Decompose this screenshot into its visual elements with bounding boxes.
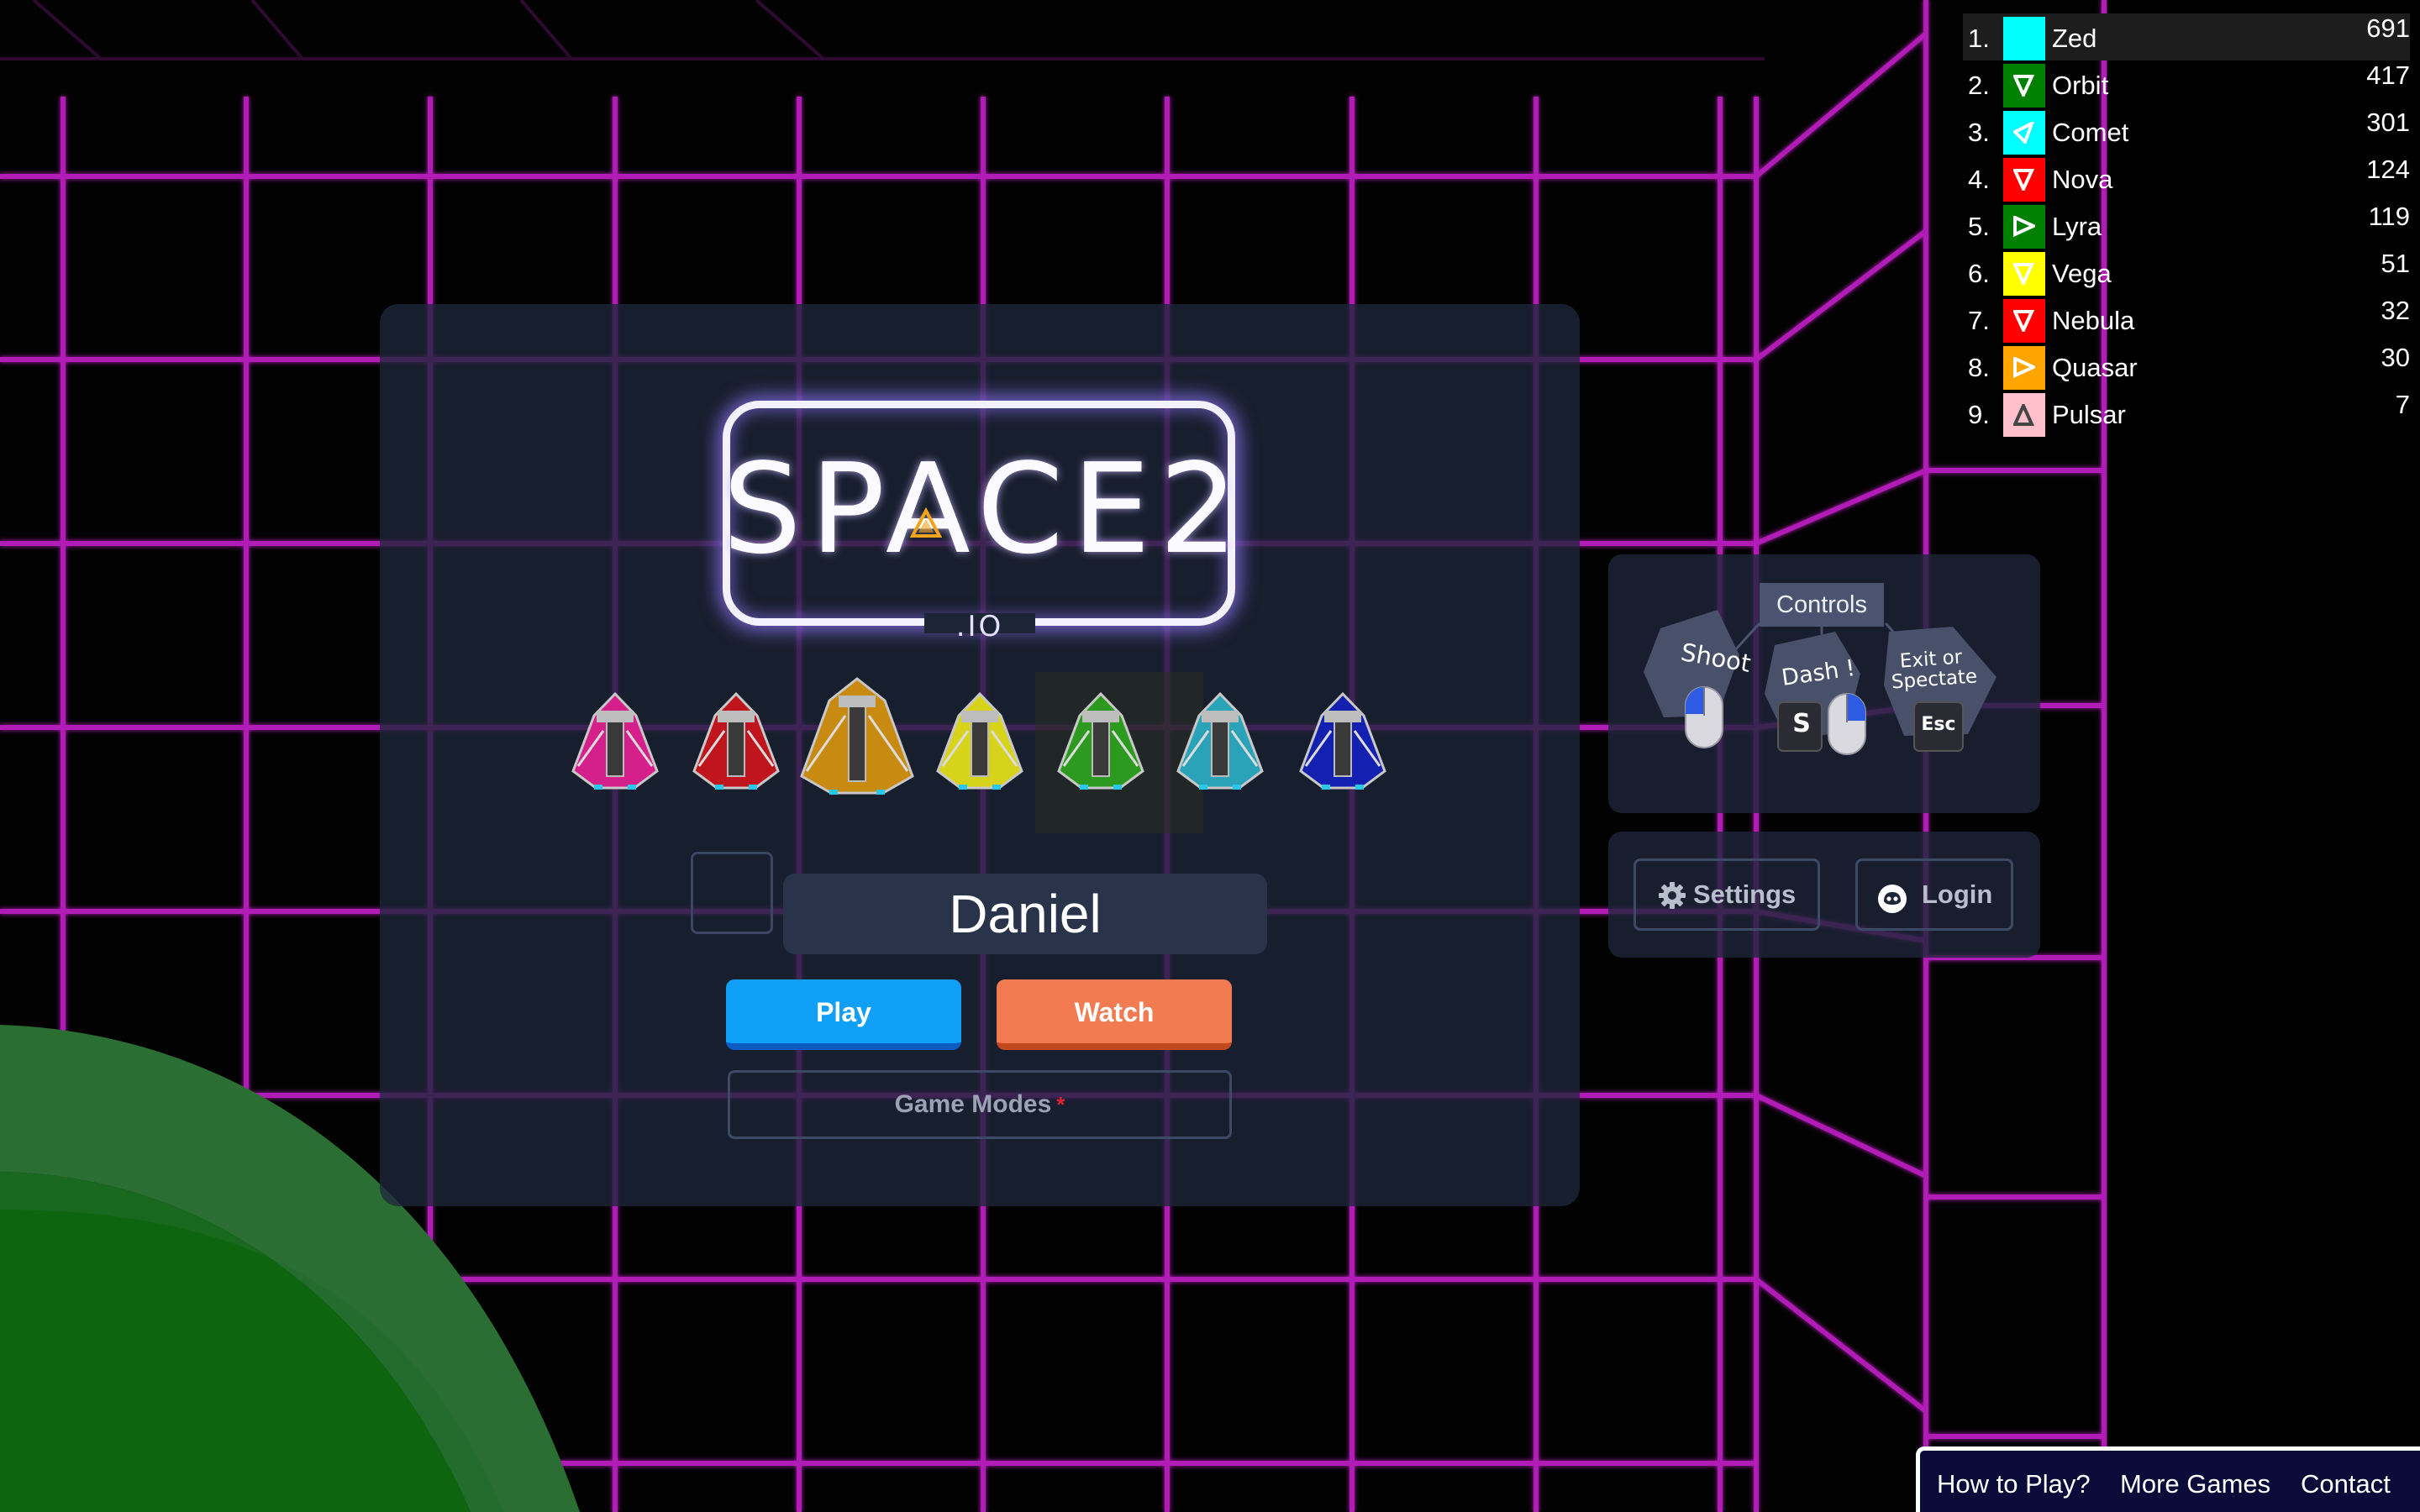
leaderboard-player-name: Lyra — [2052, 212, 2102, 241]
controls-title: Controls — [1760, 583, 1884, 627]
leaderboard-row: 1. Zed 691 — [1963, 13, 2410, 60]
leaderboard-player-name: Quasar — [2052, 353, 2138, 382]
player-ship-icon — [2013, 75, 2035, 97]
game-logo-title: SPACE2 — [723, 437, 1247, 581]
player-color-swatch — [2003, 346, 2045, 390]
magenta-ship[interactable] — [571, 691, 659, 790]
leaderboard-rank: 6. — [1968, 259, 1990, 288]
dash-key-label: S — [1792, 709, 1811, 738]
player-color-swatch — [2003, 299, 2045, 343]
settings-button[interactable]: Settings — [1634, 858, 1820, 931]
discord-icon — [1878, 885, 1907, 913]
leaderboard-rank: 2. — [1968, 71, 1990, 100]
yellow-ship[interactable] — [936, 691, 1023, 790]
player-ship-icon — [2013, 357, 2035, 379]
leaderboard-score: 32 — [2381, 296, 2410, 325]
player-ship-icon — [2013, 310, 2035, 332]
blue-ship[interactable] — [1299, 691, 1386, 790]
player-color-swatch — [2003, 17, 2045, 60]
how-to-play-link[interactable]: How to Play? — [1937, 1469, 2091, 1499]
play-button[interactable]: Play — [726, 979, 961, 1050]
player-color-swatch — [2003, 252, 2045, 296]
leaderboard-rank: 1. — [1968, 24, 1990, 53]
leaderboard-score: 691 — [2366, 13, 2410, 43]
leaderboard-row: 5. Lyra 119 — [1963, 202, 2410, 249]
leaderboard: 1. Zed 691 2. Orbit 417 3. Comet 301 4. Nova 124 5. L… — [1963, 13, 2410, 437]
leaderboard-player-name: Vega — [2052, 259, 2112, 288]
game-logo-subtitle: .IO — [955, 610, 1004, 643]
leaderboard-rank: 9. — [1968, 400, 1990, 429]
leaderboard-player-name: Nebula — [2052, 306, 2135, 335]
orange-ship[interactable] — [800, 677, 914, 795]
leaderboard-row: 7. Nebula 32 — [1963, 296, 2410, 343]
player-color-swatch — [2003, 205, 2045, 249]
leaderboard-rank: 4. — [1968, 165, 1990, 194]
leaderboard-score: 301 — [2366, 108, 2410, 137]
leaderboard-row: 6. Vega 51 — [1963, 249, 2410, 296]
footer-links: How to Play? More Games Contact — [1916, 1446, 2420, 1512]
leaderboard-score: 51 — [2381, 249, 2410, 278]
player-ship-icon — [2013, 404, 2035, 426]
red-ship[interactable] — [692, 691, 780, 790]
player-ship-icon — [2013, 169, 2035, 191]
more-games-link[interactable]: More Games — [2120, 1469, 2270, 1499]
contact-link[interactable]: Contact — [2301, 1469, 2391, 1499]
mouse-right-click-icon — [1828, 693, 1866, 755]
settings-label: Settings — [1693, 879, 1797, 909]
login-button[interactable]: Login — [1855, 858, 2013, 931]
leaderboard-rank: 3. — [1968, 118, 1990, 147]
required-mark: * — [1056, 1092, 1065, 1117]
leaderboard-row: 3. Comet 301 — [1963, 108, 2410, 155]
player-ship-icon — [2013, 216, 2035, 238]
skin-preview-box[interactable] — [691, 852, 773, 934]
ship-skin-selector — [571, 672, 1386, 833]
login-label: Login — [1922, 879, 1993, 909]
leaderboard-rank: 7. — [1968, 306, 1990, 335]
player-color-swatch — [2003, 64, 2045, 108]
leaderboard-player-name: Nova — [2052, 165, 2113, 194]
leaderboard-score: 7 — [2395, 390, 2410, 419]
mouse-left-click-icon — [1685, 686, 1723, 748]
leaderboard-row: 4. Nova 124 — [1963, 155, 2410, 202]
leaderboard-player-name: Zed — [2052, 24, 2097, 53]
leaderboard-rank: 5. — [1968, 212, 1990, 241]
watch-button[interactable]: Watch — [997, 979, 1232, 1050]
game-modes-label: Game Modes — [894, 1090, 1052, 1118]
player-ship-icon — [2013, 263, 2035, 285]
leaderboard-row: 8. Quasar 30 — [1963, 343, 2410, 390]
logo-triangle-icon — [909, 507, 943, 538]
nickname-input[interactable] — [783, 874, 1267, 954]
leaderboard-player-name: Orbit — [2052, 71, 2109, 100]
leaderboard-rank: 8. — [1968, 353, 1990, 382]
player-color-swatch — [2003, 111, 2045, 155]
leaderboard-score: 417 — [2366, 60, 2410, 90]
gear-icon — [1659, 882, 1686, 909]
leaderboard-score: 124 — [2366, 155, 2410, 184]
esc-key-label: Esc — [1921, 714, 1956, 735]
leaderboard-player-name: Pulsar — [2052, 400, 2126, 429]
leaderboard-score: 30 — [2381, 343, 2410, 372]
game-modes-button[interactable]: Game Modes * — [728, 1070, 1232, 1139]
leaderboard-score: 119 — [2368, 202, 2410, 231]
player-ship-icon — [2013, 122, 2034, 144]
player-color-swatch — [2003, 393, 2045, 437]
player-color-swatch — [2003, 158, 2045, 202]
leaderboard-row: 2. Orbit 417 — [1963, 60, 2410, 108]
leaderboard-row: 9. Pulsar 7 — [1963, 390, 2410, 437]
leaderboard-player-name: Comet — [2052, 118, 2129, 147]
